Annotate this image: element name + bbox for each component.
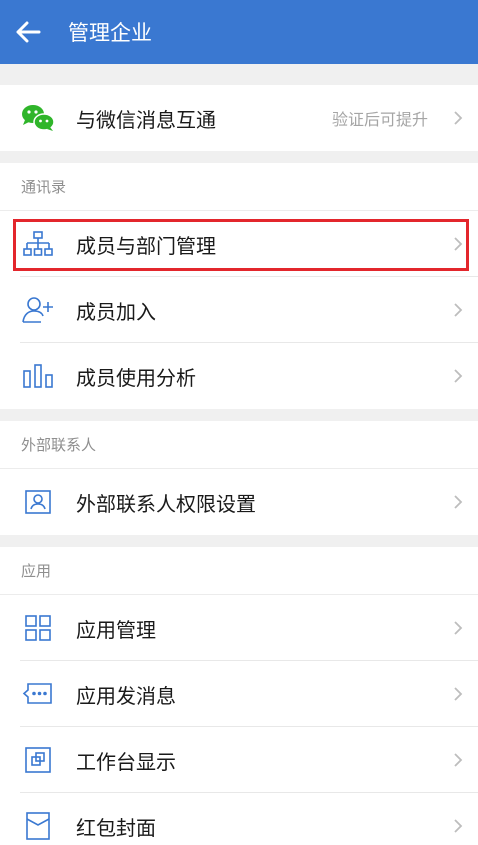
contacts-section: 通讯录 成员与部门管理 成员加入 成员使用分析 xyxy=(0,163,478,409)
workbench-display-label: 工作台显示 xyxy=(76,749,176,774)
member-join-row[interactable]: 成员加入 xyxy=(0,277,478,343)
workbench-icon xyxy=(0,727,76,793)
chevron-right-icon xyxy=(438,494,478,510)
app-message-label: 应用发消息 xyxy=(76,683,176,708)
red-packet-icon xyxy=(0,793,76,845)
org-chart-icon xyxy=(0,211,76,277)
contact-card-icon xyxy=(0,469,76,535)
member-department-label: 成员与部门管理 xyxy=(76,233,216,258)
section-title-contacts: 通讯录 xyxy=(0,163,478,211)
chevron-right-icon xyxy=(438,818,478,834)
external-section: 外部联系人 外部联系人权限设置 xyxy=(0,421,478,535)
bar-chart-icon xyxy=(0,343,76,409)
wechat-interop-label: 与微信消息互通 xyxy=(76,107,216,132)
chevron-right-icon xyxy=(438,368,478,384)
wechat-interop-row[interactable]: 与微信消息互通 验证后可提升 xyxy=(0,85,478,151)
external-permission-label: 外部联系人权限设置 xyxy=(76,491,256,516)
member-usage-label: 成员使用分析 xyxy=(76,365,196,390)
red-packet-cover-row[interactable]: 红包封面 xyxy=(0,793,478,845)
wechat-icon xyxy=(0,85,76,151)
app-header: 管理企业 xyxy=(0,0,478,64)
chevron-right-icon xyxy=(438,110,478,126)
apps-section: 应用 应用管理 应用发消息 工作台显示 红包封面 xyxy=(0,547,478,845)
app-message-row[interactable]: 应用发消息 xyxy=(0,661,478,727)
chevron-right-icon xyxy=(438,752,478,768)
back-button[interactable] xyxy=(0,0,68,64)
chevron-right-icon xyxy=(438,302,478,318)
external-permission-row[interactable]: 外部联系人权限设置 xyxy=(0,469,478,535)
section-title-external: 外部联系人 xyxy=(0,421,478,469)
app-management-label: 应用管理 xyxy=(76,617,156,642)
back-arrow-icon xyxy=(16,21,41,43)
chevron-right-icon xyxy=(438,236,478,252)
red-packet-cover-label: 红包封面 xyxy=(76,815,156,840)
section-title-apps: 应用 xyxy=(0,547,478,595)
workbench-display-row[interactable]: 工作台显示 xyxy=(0,727,478,793)
member-department-row[interactable]: 成员与部门管理 xyxy=(0,211,478,277)
message-icon xyxy=(0,661,76,727)
member-usage-row[interactable]: 成员使用分析 xyxy=(0,343,478,409)
chevron-right-icon xyxy=(438,686,478,702)
app-grid-icon xyxy=(0,595,76,661)
wechat-interop-hint: 验证后可提升 xyxy=(331,110,428,129)
add-member-icon xyxy=(0,277,76,343)
chevron-right-icon xyxy=(438,620,478,636)
member-join-label: 成员加入 xyxy=(76,299,156,324)
app-management-row[interactable]: 应用管理 xyxy=(0,595,478,661)
page-title: 管理企业 xyxy=(68,21,152,45)
